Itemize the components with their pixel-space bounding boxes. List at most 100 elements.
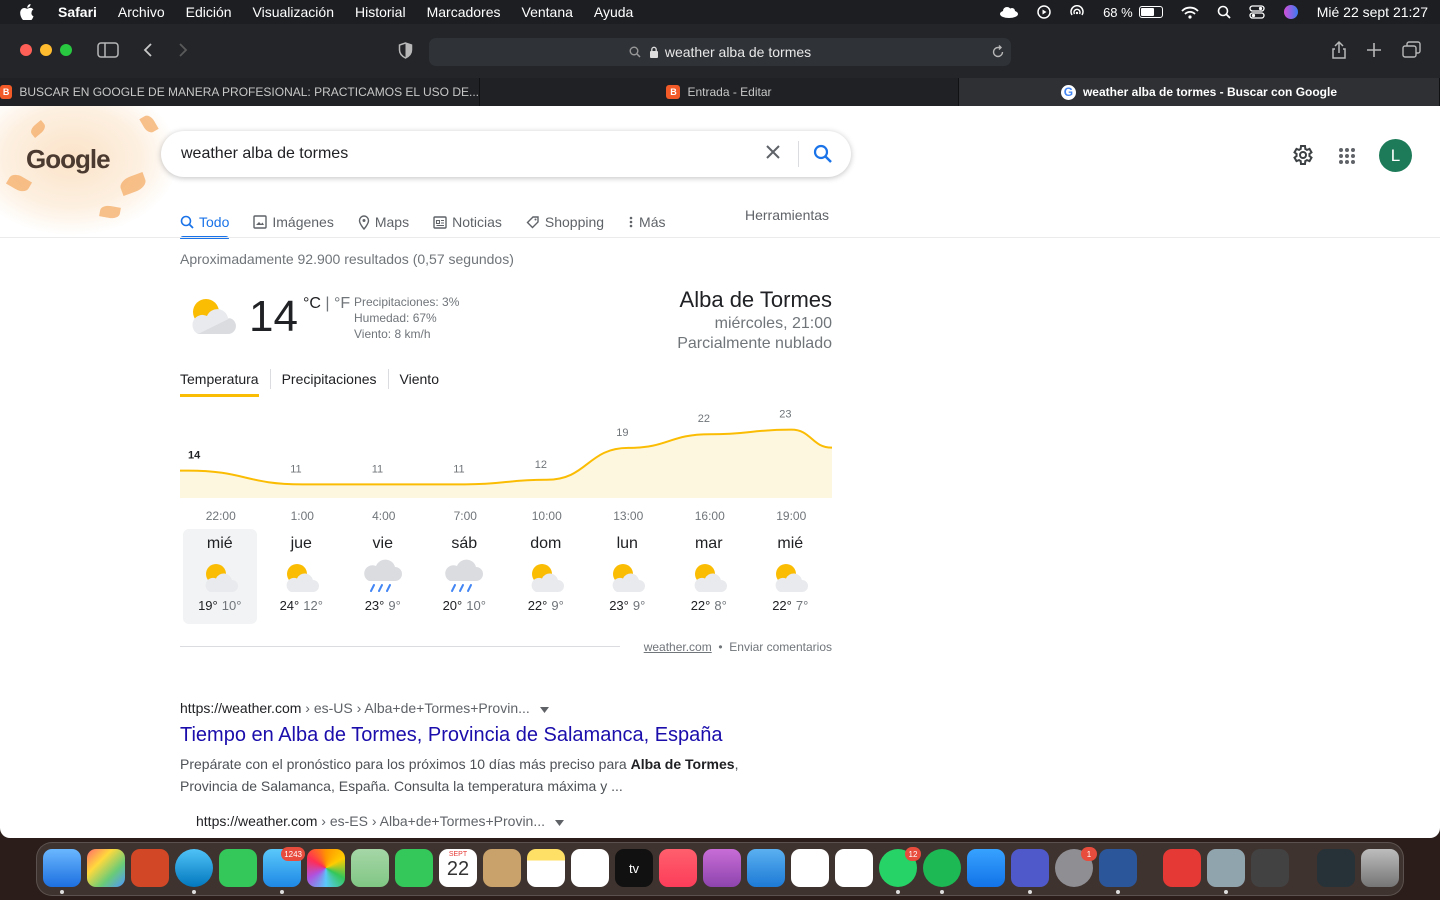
back-icon[interactable] [142,42,154,63]
mail-icon[interactable]: 1243 [263,847,305,887]
battery-status[interactable]: 68 % [1103,5,1163,20]
calendar-icon[interactable]: SEPT 22 [439,849,477,887]
wifi-icon[interactable] [1181,6,1199,19]
celsius-unit[interactable]: °C [303,295,321,312]
result-menu-icon[interactable] [539,700,549,716]
fahrenheit-unit[interactable]: °F [334,295,350,312]
nav-shopping[interactable]: Shopping [526,206,604,238]
search-input[interactable]: weather alba de tormes [181,145,348,163]
apple-tv-icon[interactable]: tv [615,849,653,887]
zoom-window-button[interactable] [60,44,72,56]
downloads-stack-icon[interactable] [1317,849,1355,887]
menu-ayuda[interactable]: Ayuda [594,4,633,20]
messages-icon[interactable] [219,849,257,887]
clear-search-icon[interactable] [765,143,781,163]
preview-icon[interactable] [1207,849,1245,887]
calculator-icon[interactable] [1251,849,1289,887]
menubar-clock[interactable]: Mié 22 sept 21:27 [1317,4,1428,20]
tools-button[interactable]: Herramientas [745,207,829,223]
forward-icon[interactable] [177,42,189,63]
menu-visualizacion[interactable]: Visualización [253,4,334,20]
keynote-icon[interactable] [747,849,785,887]
teams-icon[interactable] [1011,849,1049,887]
safari-icon[interactable] [175,849,213,887]
nav-imagenes[interactable]: Imágenes [253,206,334,238]
spotlight-icon[interactable] [1217,5,1231,19]
forecast-day[interactable]: lun 23° 9° [590,529,664,624]
weather-source-link[interactable]: weather.com [644,640,712,654]
siri-icon[interactable] [1283,4,1299,20]
trash-icon[interactable] [1361,849,1399,887]
app-store-icon[interactable] [967,849,1005,887]
google-doodle[interactable]: Google [0,106,180,236]
menu-marcadores[interactable]: Marcadores [427,4,501,20]
forecast-day[interactable]: vie 23° 9° [346,529,420,624]
sidebar-toggle-icon[interactable] [97,42,119,63]
spotify-icon[interactable] [923,849,961,887]
new-tab-icon[interactable] [1366,42,1382,63]
podcasts-icon[interactable] [703,849,741,887]
forecast-day[interactable]: mié 19° 10° [182,529,257,624]
play-icon[interactable] [1037,5,1051,19]
reminders-icon[interactable] [571,849,609,887]
close-window-button[interactable] [20,44,32,56]
nav-noticias[interactable]: Noticias [433,206,502,238]
menu-historial[interactable]: Historial [355,4,406,20]
search-icon[interactable] [813,144,833,169]
airmail-icon[interactable] [1163,849,1201,887]
nav-mas[interactable]: Más [628,206,666,238]
search-box[interactable]: weather alba de tormes [161,131,851,177]
nav-todo[interactable]: Todo [180,206,230,239]
notes-icon[interactable] [527,849,565,887]
airdrop-icon[interactable] [1069,5,1085,19]
share-icon[interactable] [1330,40,1348,65]
forecast-day[interactable]: jue 24° 12° [264,529,338,624]
music-icon[interactable] [659,849,697,887]
whatsapp-icon[interactable]: 12 [879,847,921,887]
settings-gear-icon[interactable] [1290,143,1314,172]
system-preferences-icon[interactable]: 1 [1055,847,1097,887]
menu-edicion[interactable]: Edición [186,4,232,20]
tab-blogger-search[interactable]: B BUSCAR EN GOOGLE DE MANERA PROFESIONAL:… [0,78,480,106]
result-url[interactable]: https://weather.com › es-ES › Alba+de+To… [196,813,565,829]
tab-blogger-entry[interactable]: B Entrada - Editar [480,78,959,106]
finder-icon[interactable] [43,849,81,887]
result-url[interactable]: https://weather.com › es-US › Alba+de+To… [180,700,760,716]
apple-menu-icon[interactable] [20,4,36,20]
facetime-icon[interactable] [395,849,433,887]
reload-icon[interactable] [991,45,1005,59]
maps-icon[interactable] [351,849,389,887]
control-center-icon[interactable] [1249,5,1265,19]
word-icon[interactable] [1099,849,1137,887]
tab-overview-icon[interactable] [1402,41,1422,64]
contacts-icon[interactable] [483,849,521,887]
account-avatar[interactable]: L [1379,139,1412,172]
privacy-shield-icon[interactable] [398,42,413,64]
tab-temperatura[interactable]: Temperatura [180,369,271,397]
menu-archivo[interactable]: Archivo [118,4,165,20]
result-menu-icon[interactable] [555,813,565,829]
send-feedback-link[interactable]: Enviar comentarios [729,640,832,654]
tab-google-search[interactable]: Gweather alba de tormes - Buscar con Goo… [959,78,1440,106]
icloud-icon[interactable] [999,6,1019,18]
launchpad-icon[interactable] [87,849,125,887]
forecast-day[interactable]: mar 22° 8° [672,529,746,624]
forecast-day[interactable]: mié 22° 7° [753,529,827,624]
apps-grid-icon[interactable] [1338,147,1356,170]
result-title[interactable]: Tiempo en Alba de Tormes, Provincia de S… [180,724,760,747]
google-logo[interactable]: Google [26,144,111,175]
tab-viento[interactable]: Viento [389,369,450,389]
nav-maps[interactable]: Maps [358,206,409,238]
forecast-day[interactable]: sáb 20° 10° [427,529,501,624]
address-bar[interactable]: weather alba de tormes [429,38,1011,66]
menu-safari[interactable]: Safari [58,4,97,20]
photos-icon[interactable] [307,849,345,887]
numbers-icon[interactable] [791,849,829,887]
low-temp: 10° [466,598,486,613]
forecast-day[interactable]: dom 22° 9° [509,529,583,624]
pages-icon[interactable] [835,849,873,887]
menu-ventana[interactable]: Ventana [522,4,573,20]
minimize-window-button[interactable] [40,44,52,56]
powerpoint-icon[interactable] [131,849,169,887]
tab-precipitaciones[interactable]: Precipitaciones [271,369,389,389]
